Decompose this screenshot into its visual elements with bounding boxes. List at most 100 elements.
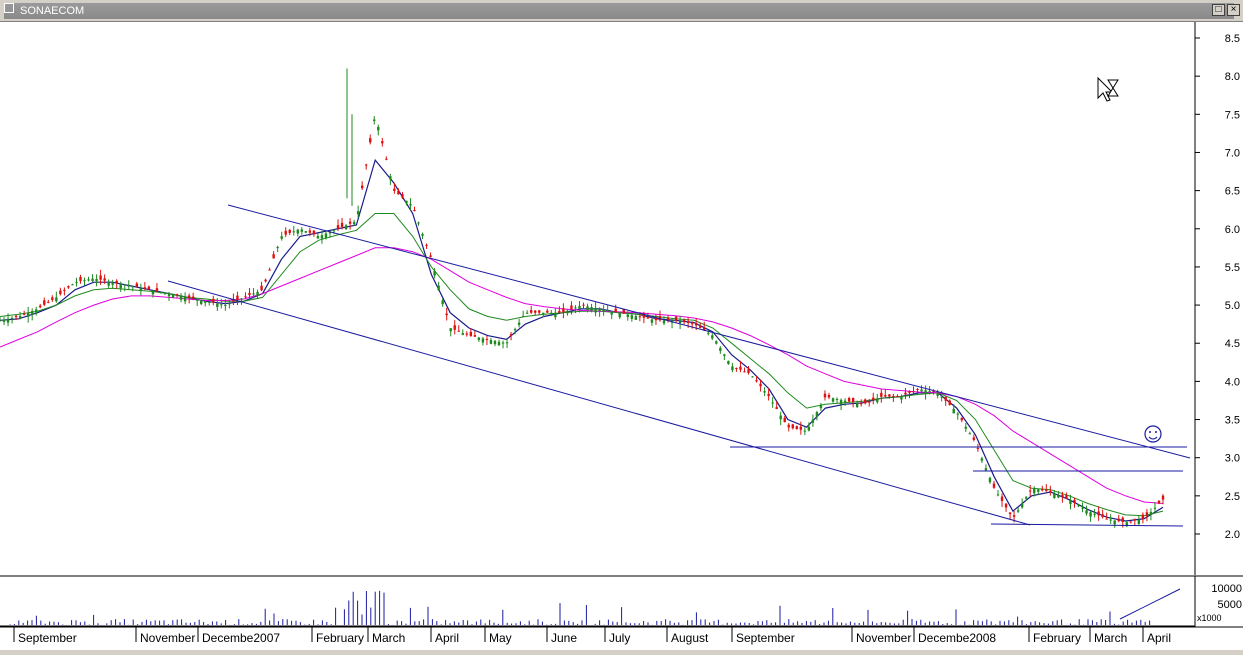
series-ma-short: [0, 158, 1164, 522]
candle-body: [578, 305, 581, 309]
candle-body: [1097, 511, 1100, 516]
candle-body: [920, 389, 923, 392]
candle-body: [1012, 515, 1016, 517]
candle-body: [1141, 514, 1145, 520]
candle-body: [980, 458, 984, 461]
candle-body: [1008, 512, 1012, 515]
candle-body: [517, 322, 521, 325]
candle-body: [377, 126, 380, 131]
candle-body: [332, 230, 336, 232]
candle-body: [582, 304, 585, 306]
candle-body: [312, 230, 316, 235]
candle-body: [630, 315, 634, 319]
volume-unit-label: x1000: [1197, 613, 1222, 623]
x-tick-label: September: [736, 631, 795, 645]
candle-body: [988, 477, 992, 483]
candle-body: [1020, 503, 1024, 508]
candle-body: [276, 246, 279, 248]
candle-body: [369, 138, 372, 143]
candle-body: [22, 313, 26, 315]
y-tick-label: 2.5: [1225, 491, 1240, 503]
candle-body: [1049, 490, 1052, 493]
candle-body: [964, 426, 968, 429]
candle-body: [445, 313, 448, 316]
candle-body: [316, 236, 320, 239]
candle-body: [570, 305, 573, 310]
candle-body: [1081, 507, 1084, 509]
candle-body: [296, 229, 299, 234]
trend-lines: [167, 204, 1191, 620]
candle-body: [1149, 511, 1153, 515]
candle-body: [558, 310, 561, 313]
candle-body: [960, 417, 963, 421]
candle-body: [956, 413, 959, 415]
candle-body: [1004, 503, 1008, 508]
candle-body: [71, 284, 74, 286]
candle-body: [284, 230, 287, 235]
candle-body: [1101, 514, 1104, 518]
candle-body: [626, 314, 629, 317]
candle-body: [123, 284, 126, 286]
x-tick-label: September: [18, 631, 77, 645]
price-chart[interactable]: 8.5 8.0 7.5 7.0 6.5 6.0 5.5 5.0 4.5 4.0 3.5 3.0 2.5 2…: [0, 22, 1243, 650]
candle-body: [292, 231, 295, 233]
candle-body: [763, 391, 766, 393]
candle-body: [859, 403, 863, 405]
x-tick-label: May: [489, 631, 512, 645]
restore-icon[interactable]: □: [1212, 4, 1225, 16]
candle-body: [723, 354, 726, 356]
candle-body: [916, 389, 919, 391]
candle-body: [433, 270, 436, 276]
candle-body: [236, 295, 239, 301]
candle-body: [457, 330, 460, 332]
candle-body: [574, 307, 577, 309]
y-tick-label: 3.0: [1225, 453, 1240, 465]
candle-body: [308, 230, 312, 233]
candle-body: [694, 323, 698, 326]
x-tick-label: April: [435, 631, 459, 645]
candle-body: [594, 307, 597, 313]
candle-body: [892, 395, 895, 397]
candle-body: [171, 294, 175, 298]
close-icon[interactable]: ×: [1227, 4, 1240, 16]
candle-body: [91, 278, 94, 282]
candle-body: [14, 315, 18, 318]
window-titlebar: SONAECOM □ ×: [0, 0, 1243, 22]
candle-body: [1073, 499, 1076, 503]
candle-body: [0, 320, 2, 322]
candle-body: [1161, 495, 1165, 500]
candle-body: [771, 402, 774, 404]
candle-body: [590, 307, 593, 311]
candle-body: [477, 337, 481, 340]
candle-body: [1157, 500, 1161, 504]
x-tick-label: April: [1147, 631, 1171, 645]
candle-body: [686, 321, 690, 323]
candle-body: [1077, 505, 1080, 507]
candle-body: [707, 332, 710, 334]
candle-body: [272, 254, 275, 259]
candle-body: [562, 308, 565, 313]
candle-body: [699, 326, 702, 328]
candle-body: [843, 400, 847, 402]
overlay-icons: [1097, 76, 1162, 443]
chart-area[interactable]: 8.5 8.0 7.5 7.0 6.5 6.0 5.5 5.0 4.5 4.0 3.5 3.0 2.5 2…: [0, 22, 1243, 650]
candle-body: [968, 433, 972, 435]
candle-body: [1153, 507, 1157, 509]
candle-body: [666, 317, 670, 321]
candle-body: [872, 397, 875, 401]
candle-body: [739, 366, 742, 370]
candle-body: [453, 325, 456, 330]
candle-body: [811, 419, 815, 423]
candle-body: [224, 304, 227, 306]
x-tick-label: June: [551, 631, 577, 645]
candle-body: [868, 401, 871, 403]
candle-body: [509, 334, 513, 336]
candle-body: [179, 296, 183, 300]
candle-body: [678, 321, 682, 324]
candle-body: [1037, 489, 1040, 492]
candle-body: [972, 437, 976, 440]
trend-line: [227, 204, 1191, 459]
candle-body: [10, 317, 14, 319]
candle-body: [336, 225, 340, 229]
candle-body: [690, 323, 694, 325]
